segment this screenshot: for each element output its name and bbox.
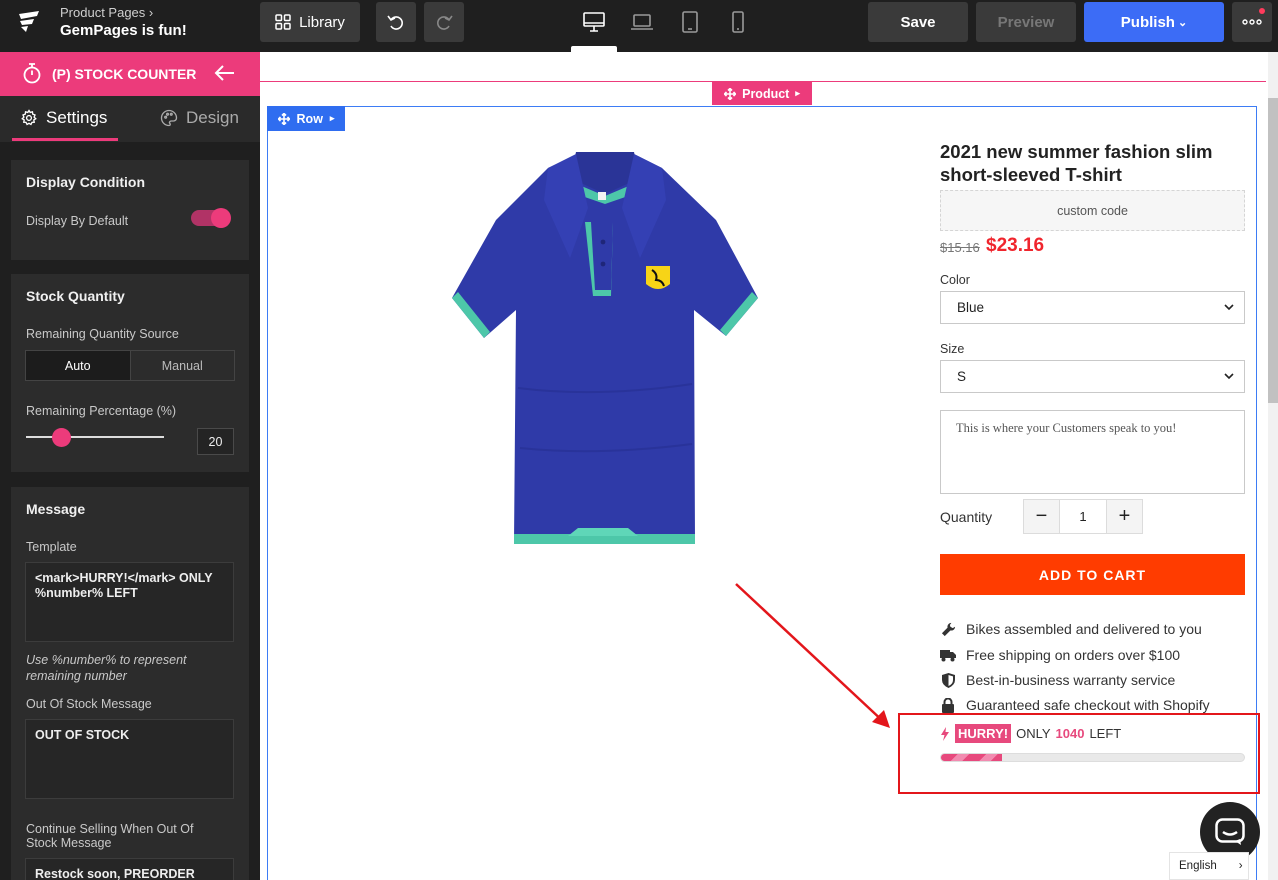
canvas-scrollbar-thumb[interactable] bbox=[1268, 98, 1278, 403]
percentage-slider-track[interactable] bbox=[26, 436, 164, 438]
page-title: GemPages is fun! bbox=[60, 22, 187, 39]
element-title: (P) STOCK COUNTER bbox=[52, 66, 197, 82]
chevron-down-icon: ⌄ bbox=[1177, 16, 1188, 29]
annotation-arrow bbox=[735, 583, 890, 728]
row-tag[interactable]: Row ▸ bbox=[267, 106, 345, 131]
panel-heading: Display Condition bbox=[26, 174, 145, 190]
percentage-label: Remaining Percentage (%) bbox=[26, 404, 177, 418]
palette-icon bbox=[160, 109, 178, 127]
library-button[interactable]: Library bbox=[260, 2, 360, 42]
quantity-stepper: − 1 + bbox=[1023, 499, 1143, 534]
continue-selling-label: Continue Selling When Out Of Stock Messa… bbox=[26, 822, 194, 850]
continue-selling-textarea[interactable]: Restock soon, PREORDER bbox=[25, 858, 234, 880]
product-section-tag[interactable]: Product ▸ bbox=[712, 82, 812, 105]
laptop-icon[interactable] bbox=[630, 10, 654, 34]
source-option-manual[interactable]: Manual bbox=[129, 351, 235, 380]
gear-icon bbox=[21, 109, 37, 126]
tablet-icon[interactable] bbox=[678, 10, 702, 34]
caret-right-icon: ▸ bbox=[795, 88, 800, 98]
size-select[interactable]: S bbox=[940, 360, 1245, 393]
shield-icon bbox=[940, 672, 956, 688]
feature-item: Bikes assembled and delivered to you bbox=[940, 621, 1202, 637]
chevron-down-icon bbox=[1224, 373, 1234, 380]
settings-sidebar: (P) STOCK COUNTER Settings Design Displa… bbox=[0, 52, 260, 880]
chevron-right-icon: › bbox=[148, 5, 154, 20]
truck-icon bbox=[940, 649, 956, 662]
product-price: $23.16 bbox=[986, 235, 1045, 256]
stopwatch-icon bbox=[23, 63, 41, 84]
add-to-cart-button[interactable]: ADD TO CART bbox=[940, 554, 1245, 595]
chevron-right-icon: › bbox=[1238, 860, 1243, 872]
sidebar-tabs: Settings Design bbox=[0, 96, 260, 142]
source-label: Remaining Quantity Source bbox=[26, 327, 179, 341]
lock-icon bbox=[940, 697, 956, 713]
out-of-stock-textarea[interactable]: OUT OF STOCK bbox=[25, 719, 234, 799]
mobile-icon[interactable] bbox=[726, 10, 750, 34]
top-bar: Product Pages › GemPages is fun! Library… bbox=[0, 0, 1278, 52]
more-dots-icon bbox=[1242, 19, 1262, 25]
highlight-box bbox=[898, 713, 1260, 794]
more-options-button[interactable] bbox=[1232, 2, 1272, 42]
color-label: Color bbox=[940, 273, 970, 287]
product-title: 2021 new summer fashion slim short-sleev… bbox=[940, 141, 1213, 185]
panel-heading: Stock Quantity bbox=[26, 288, 125, 304]
undo-icon bbox=[387, 15, 403, 30]
product-image[interactable] bbox=[448, 148, 762, 546]
feature-item: Free shipping on orders over $100 bbox=[940, 647, 1180, 663]
toggle-knob bbox=[211, 208, 231, 228]
redo-icon bbox=[437, 15, 453, 30]
quantity-decrease-button[interactable]: − bbox=[1024, 500, 1059, 533]
percentage-input[interactable]: 20 bbox=[197, 428, 234, 455]
publish-button[interactable]: Publish ⌄ bbox=[1084, 2, 1224, 42]
feature-item: Best-in-business warranty service bbox=[940, 672, 1175, 688]
template-label: Template bbox=[26, 540, 77, 554]
feature-item: Guaranteed safe checkout with Shopify bbox=[940, 697, 1210, 713]
tab-design[interactable]: Design bbox=[160, 108, 239, 128]
save-button[interactable]: Save bbox=[868, 2, 968, 42]
message-panel: Message Template <mark>HURRY!</mark> ONL… bbox=[11, 487, 249, 880]
grid-icon bbox=[275, 14, 291, 30]
redo-button[interactable] bbox=[424, 2, 464, 42]
move-icon bbox=[277, 112, 290, 125]
size-label: Size bbox=[940, 342, 965, 356]
wrench-icon bbox=[940, 622, 956, 637]
chat-icon bbox=[1215, 818, 1245, 845]
customer-message-textarea[interactable]: This is where your Customers speak to yo… bbox=[940, 410, 1245, 494]
custom-code-block[interactable]: custom code bbox=[940, 190, 1245, 231]
move-icon bbox=[724, 87, 737, 100]
tab-settings[interactable]: Settings bbox=[20, 108, 107, 128]
quantity-increase-button[interactable]: + bbox=[1107, 500, 1142, 533]
desktop-icon[interactable] bbox=[582, 10, 606, 34]
quantity-source-selector: Auto Manual bbox=[25, 350, 235, 381]
gempages-logo-icon[interactable] bbox=[16, 10, 42, 36]
color-select[interactable]: Blue bbox=[940, 291, 1245, 324]
language-selector[interactable]: English › bbox=[1169, 852, 1249, 880]
undo-button[interactable] bbox=[376, 2, 416, 42]
template-textarea[interactable]: <mark>HURRY!</mark> ONLY %number% LEFT bbox=[25, 562, 234, 642]
template-hint: Use %number% to represent remaining numb… bbox=[26, 653, 187, 683]
chevron-down-icon bbox=[1224, 304, 1234, 311]
active-tab-indicator bbox=[12, 138, 118, 141]
compare-at-price: $15.16 bbox=[940, 240, 980, 255]
caret-right-icon: ▸ bbox=[329, 113, 335, 123]
out-of-stock-label: Out Of Stock Message bbox=[26, 697, 152, 711]
panel-heading: Message bbox=[26, 501, 86, 517]
quantity-input[interactable]: 1 bbox=[1059, 500, 1107, 533]
notification-dot bbox=[1259, 8, 1265, 14]
preview-button[interactable]: Preview bbox=[976, 2, 1076, 42]
breadcrumb-parent[interactable]: Product Pages › bbox=[60, 5, 153, 20]
display-by-default-toggle[interactable] bbox=[191, 208, 231, 228]
display-by-default-label: Display By Default bbox=[26, 214, 129, 228]
display-condition-panel: Display Condition Display By Default bbox=[11, 160, 249, 260]
element-header: (P) STOCK COUNTER bbox=[0, 52, 260, 96]
source-option-auto[interactable]: Auto bbox=[26, 351, 130, 380]
back-arrow-icon[interactable] bbox=[214, 64, 236, 82]
quantity-label: Quantity bbox=[940, 509, 993, 525]
stock-quantity-panel: Stock Quantity Remaining Quantity Source… bbox=[11, 274, 249, 472]
percentage-slider-handle[interactable] bbox=[52, 428, 71, 447]
